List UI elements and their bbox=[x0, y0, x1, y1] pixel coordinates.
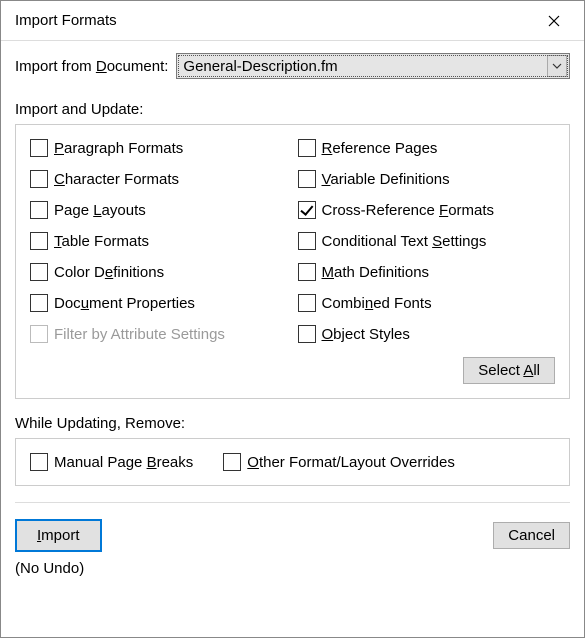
chevron-down-icon bbox=[552, 63, 562, 69]
options-grid: Paragraph Formats Reference Pages Charac… bbox=[30, 139, 555, 343]
document-combo[interactable]: General-Description.fm bbox=[176, 53, 570, 79]
checkbox-manual-page-breaks[interactable]: Manual Page Breaks bbox=[30, 453, 193, 471]
while-updating-label: While Updating, Remove: bbox=[15, 415, 570, 432]
footer: Import Cancel bbox=[15, 502, 570, 552]
import-from-row: Import from Document: General-Descriptio… bbox=[15, 53, 570, 79]
checkbox-table-formats[interactable]: Table Formats bbox=[30, 232, 288, 250]
while-updating-box: Manual Page Breaks Other Format/Layout O… bbox=[15, 438, 570, 486]
checkbox-document-properties[interactable]: Document Properties bbox=[30, 294, 288, 312]
checkbox-reference-pages[interactable]: Reference Pages bbox=[298, 139, 556, 157]
import-from-label: Import from Document: bbox=[15, 58, 168, 75]
no-undo-label: (No Undo) bbox=[15, 560, 570, 577]
close-icon bbox=[548, 15, 560, 27]
checkbox-page-layouts[interactable]: Page Layouts bbox=[30, 201, 288, 219]
import-button[interactable]: Import bbox=[15, 519, 102, 552]
cancel-button[interactable]: Cancel bbox=[493, 522, 570, 549]
import-update-box: Paragraph Formats Reference Pages Charac… bbox=[15, 124, 570, 399]
checkbox-other-overrides[interactable]: Other Format/Layout Overrides bbox=[223, 453, 455, 471]
checkbox-cross-reference-formats[interactable]: Cross-Reference Formats bbox=[298, 201, 556, 219]
checkbox-character-formats[interactable]: Character Formats bbox=[30, 170, 288, 188]
checkbox-combined-fonts[interactable]: Combined Fonts bbox=[298, 294, 556, 312]
combo-dropdown-button[interactable] bbox=[547, 55, 567, 77]
dialog-title: Import Formats bbox=[15, 12, 117, 29]
checkbox-variable-definitions[interactable]: Variable Definitions bbox=[298, 170, 556, 188]
titlebar: Import Formats bbox=[1, 1, 584, 41]
checkbox-conditional-text-settings[interactable]: Conditional Text Settings bbox=[298, 232, 556, 250]
checkbox-color-definitions[interactable]: Color Definitions bbox=[30, 263, 288, 281]
close-button[interactable] bbox=[534, 2, 574, 40]
import-update-label: Import and Update: bbox=[15, 101, 570, 118]
checkbox-filter-by-attribute: Filter by Attribute Settings bbox=[30, 325, 288, 343]
select-all-button[interactable]: Select All bbox=[463, 357, 555, 384]
checkbox-paragraph-formats[interactable]: Paragraph Formats bbox=[30, 139, 288, 157]
checkbox-object-styles[interactable]: Object Styles bbox=[298, 325, 556, 343]
document-combo-value: General-Description.fm bbox=[183, 58, 337, 75]
checkbox-math-definitions[interactable]: Math Definitions bbox=[298, 263, 556, 281]
